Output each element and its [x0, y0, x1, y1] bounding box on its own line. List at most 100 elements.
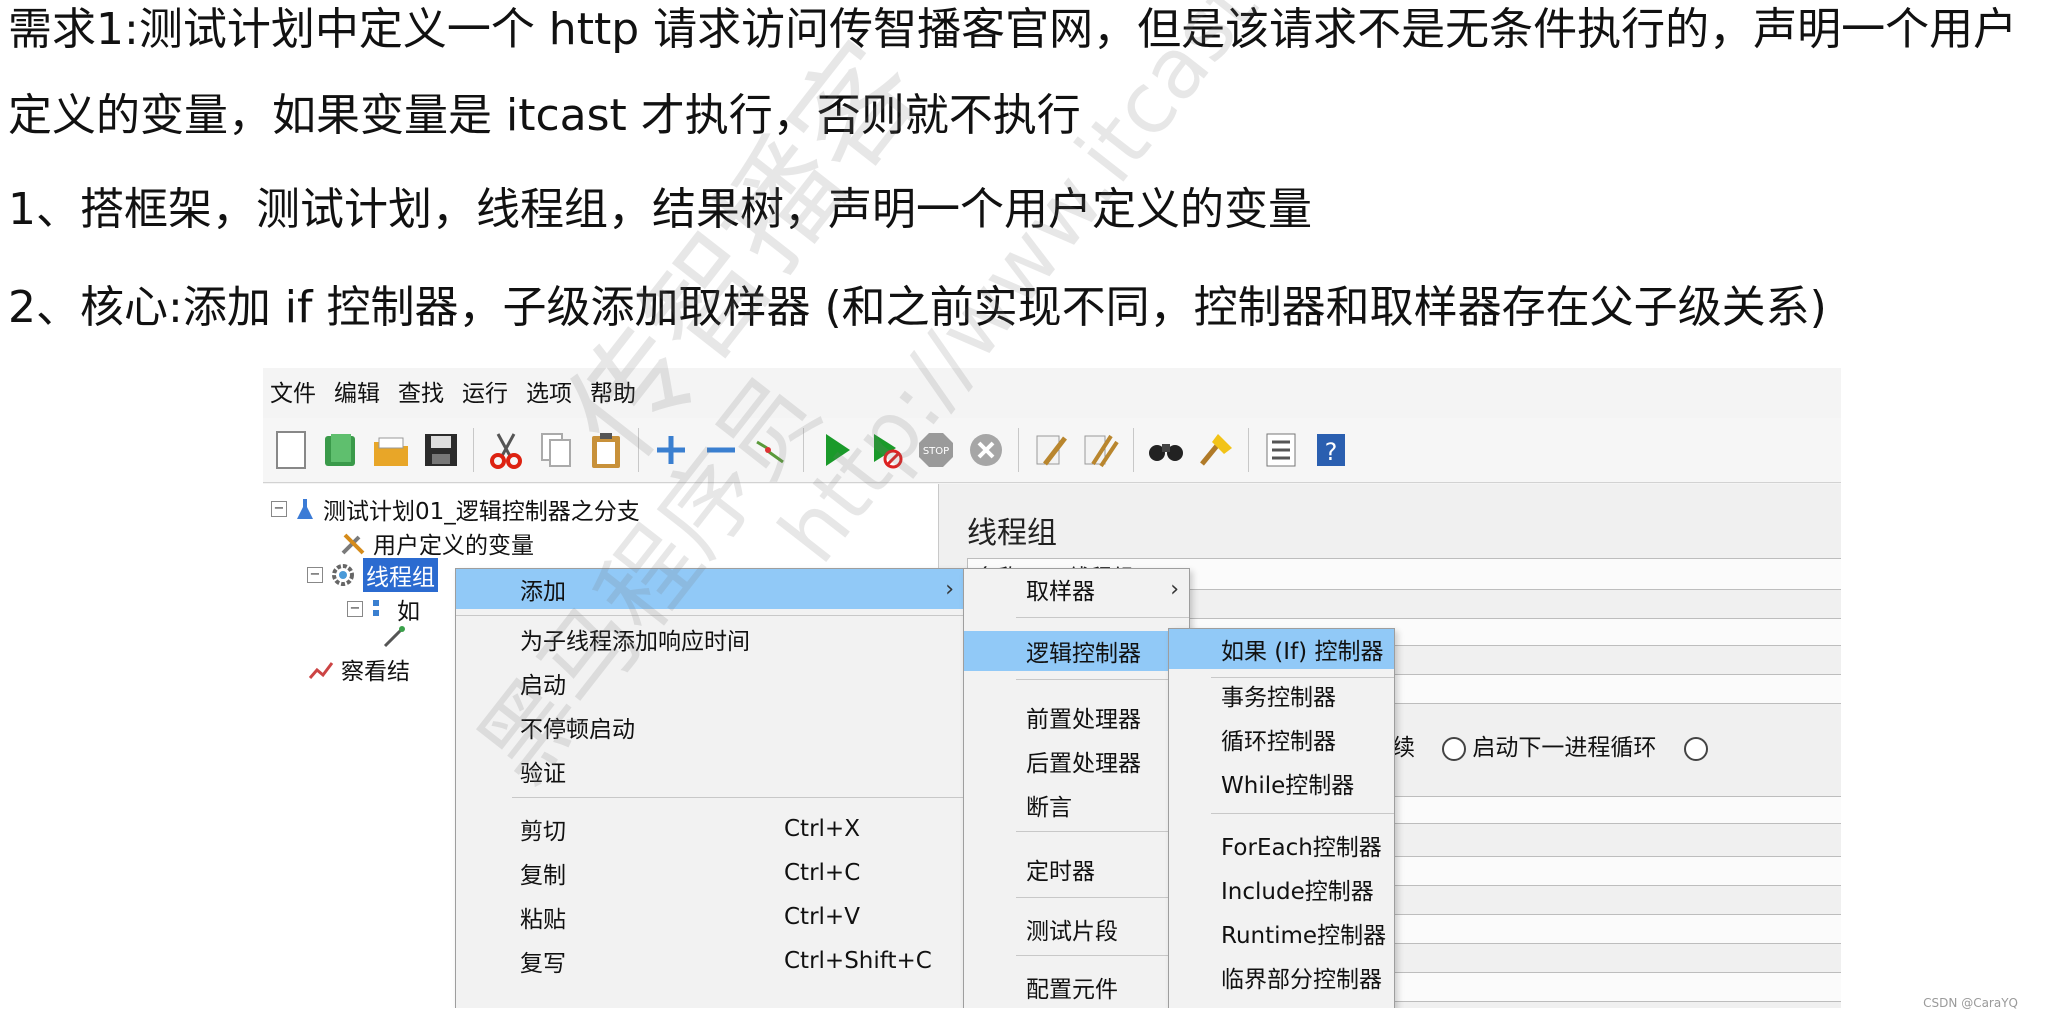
- menu-separator: [1211, 813, 1394, 814]
- menu-item-foreach-controller[interactable]: ForEach控制器: [1169, 825, 1394, 865]
- menu-item-logic-controller[interactable]: 逻辑控制器›: [964, 631, 1189, 671]
- shutdown-icon[interactable]: [964, 428, 1008, 472]
- menu-item-cut[interactable]: 剪切 Ctrl+X: [456, 809, 964, 849]
- menu-item-test-fragment[interactable]: 测试片段›: [964, 909, 1189, 949]
- menu-item-add[interactable]: 添加 ›: [456, 569, 964, 609]
- collapse-icon[interactable]: [699, 428, 743, 472]
- start-no-pause-icon[interactable]: [864, 428, 908, 472]
- tree-label-viewer: 察看结: [341, 659, 410, 685]
- tree-node-results-tree[interactable]: 察看结: [307, 652, 410, 686]
- credit-text: CSDN @CaraYQ: [1923, 996, 2018, 1010]
- menu-separator: [1016, 831, 1189, 832]
- menu-item-sampler[interactable]: 取样器 ›: [964, 569, 1189, 609]
- cut-icon[interactable]: [484, 428, 528, 472]
- menu-options[interactable]: 选项: [523, 374, 575, 408]
- menu-item-runtime-controller[interactable]: Runtime控制器: [1169, 913, 1394, 953]
- start-icon[interactable]: [814, 428, 858, 472]
- menu-file[interactable]: 文件: [267, 374, 319, 408]
- menu-bar: 文件 编辑 查找 运行 选项 帮助: [263, 368, 639, 414]
- tree-label-thread-group: 线程组: [363, 558, 438, 592]
- toolbar: STOP ?: [263, 418, 1841, 483]
- context-menu: 添加 › 为子线程添加响应时间 启动 不停顿启动 验证 剪切 Ctrl+X 复制 Ct…: [455, 568, 965, 1008]
- menu-item-if-controller[interactable]: 如果 (If) 控制器: [1169, 629, 1394, 669]
- wrench-icon: [341, 533, 365, 555]
- menu-separator: [1016, 955, 1189, 956]
- menu-help[interactable]: 帮助: [587, 374, 639, 408]
- clear-all-icon[interactable]: [1079, 428, 1123, 472]
- toolbar-separator: [1018, 428, 1019, 472]
- menu-item-config-element[interactable]: 配置元件›: [964, 967, 1189, 1007]
- clear-icon[interactable]: [1029, 428, 1073, 472]
- open-icon[interactable]: [369, 428, 413, 472]
- toolbar-separator: [1133, 428, 1134, 472]
- menu-item-pre-processor[interactable]: 前置处理器›: [964, 697, 1189, 737]
- menu-item-include-controller[interactable]: Include控制器: [1169, 869, 1394, 909]
- toolbar-separator: [803, 428, 804, 472]
- step-2: 2、核心:添加 if 控制器，子级添加取样器 (和之前实现不同，控制器和取样器存…: [8, 282, 1827, 333]
- toolbar-separator: [1248, 428, 1249, 472]
- radio-next-loop[interactable]: 启动下一进程循环: [1442, 735, 1656, 761]
- help-icon[interactable]: ?: [1309, 428, 1353, 472]
- menu-item-paste[interactable]: 粘贴 Ctrl+V: [456, 897, 964, 937]
- requirement-line-2: 定义的变量，如果变量是 itcast 才执行，否则就不执行: [8, 90, 1081, 141]
- toggle-icon[interactable]: [749, 428, 793, 472]
- tree-node-test-plan[interactable]: − 测试计划01_逻辑控制器之分支: [271, 492, 640, 526]
- requirement-line-1: 需求1:测试计划中定义一个 http 请求访问传智播客官网，但是该请求不是无条件…: [8, 4, 2018, 55]
- controller-icon: [373, 600, 379, 616]
- radio-more[interactable]: [1683, 736, 1708, 761]
- step-1: 1、搭框架，测试计划，线程组，结果树，声明一个用户定义的变量: [8, 184, 1312, 235]
- tree-node-thread-group[interactable]: − 线程组: [307, 558, 438, 592]
- collapse-toggle[interactable]: −: [271, 501, 287, 517]
- logic-controller-submenu: 如果 (If) 控制器 事务控制器 循环控制器 While控制器 ForEach…: [1168, 628, 1395, 1008]
- svg-text:?: ?: [1325, 438, 1338, 466]
- jmeter-screenshot: 文件 编辑 查找 运行 选项 帮助 STOP ? − 测试计划01_逻辑控制器之…: [263, 368, 1841, 1008]
- test-plan-icon: [297, 499, 313, 519]
- new-icon[interactable]: [269, 428, 313, 472]
- menu-item-validate[interactable]: 验证: [456, 751, 964, 791]
- menu-item-duplicate[interactable]: 复写 Ctrl+Shift+C: [456, 941, 964, 981]
- menu-item-transaction-controller[interactable]: 事务控制器: [1169, 675, 1394, 715]
- save-icon[interactable]: [419, 428, 463, 472]
- menu-item-copy[interactable]: 复制 Ctrl+C: [456, 853, 964, 893]
- menu-item-critical-section-controller[interactable]: 临界部分控制器: [1169, 957, 1394, 997]
- menu-run[interactable]: 运行: [459, 374, 511, 408]
- tree-node-sampler[interactable]: [381, 624, 409, 650]
- gear-icon: [332, 564, 354, 586]
- menu-separator: [1016, 897, 1189, 898]
- menu-item-timer[interactable]: 定时器›: [964, 849, 1189, 889]
- reset-search-icon[interactable]: [1194, 428, 1238, 472]
- stop-icon[interactable]: STOP: [914, 428, 958, 472]
- menu-search[interactable]: 查找: [395, 374, 447, 408]
- toolbar-separator: [638, 428, 639, 472]
- menu-item-start-no-pause[interactable]: 不停顿启动: [456, 707, 964, 747]
- toolbar-separator: [473, 428, 474, 472]
- templates-icon[interactable]: [319, 428, 363, 472]
- menu-item-add-think-time[interactable]: 为子线程添加响应时间: [456, 619, 964, 659]
- menu-separator: [512, 797, 964, 798]
- menu-item-while-controller[interactable]: While控制器: [1169, 763, 1394, 803]
- tree-node-user-vars[interactable]: 用户定义的变量: [339, 526, 534, 560]
- menu-item-post-processor[interactable]: 后置处理器›: [964, 741, 1189, 781]
- menu-item-loop-controller[interactable]: 循环控制器: [1169, 719, 1394, 759]
- pipette-icon: [383, 626, 405, 648]
- paste-icon[interactable]: [584, 428, 628, 472]
- error-action-options: 继续 启动下一进程循环: [1339, 728, 1714, 762]
- collapse-toggle[interactable]: −: [307, 567, 323, 583]
- menu-item-assertion[interactable]: 断言›: [964, 785, 1189, 825]
- tree-label-user-vars: 用户定义的变量: [373, 533, 534, 559]
- svg-text:STOP: STOP: [923, 446, 949, 457]
- panel-title: 线程组: [967, 516, 1057, 551]
- menu-separator: [456, 615, 964, 616]
- function-helper-icon[interactable]: [1259, 428, 1303, 472]
- tree-node-if-controller[interactable]: − 如: [347, 592, 420, 626]
- search-icon[interactable]: [1144, 428, 1188, 472]
- menu-edit[interactable]: 编辑: [331, 374, 383, 408]
- copy-icon[interactable]: [534, 428, 578, 472]
- expand-icon[interactable]: [649, 428, 693, 472]
- tree-label-if: 如: [397, 599, 420, 625]
- chart-icon: [308, 662, 334, 679]
- tree-label-test-plan: 测试计划01_逻辑控制器之分支: [323, 499, 640, 525]
- collapse-toggle[interactable]: −: [347, 601, 363, 617]
- menu-item-start[interactable]: 启动: [456, 663, 964, 703]
- menu-separator: [1016, 679, 1189, 680]
